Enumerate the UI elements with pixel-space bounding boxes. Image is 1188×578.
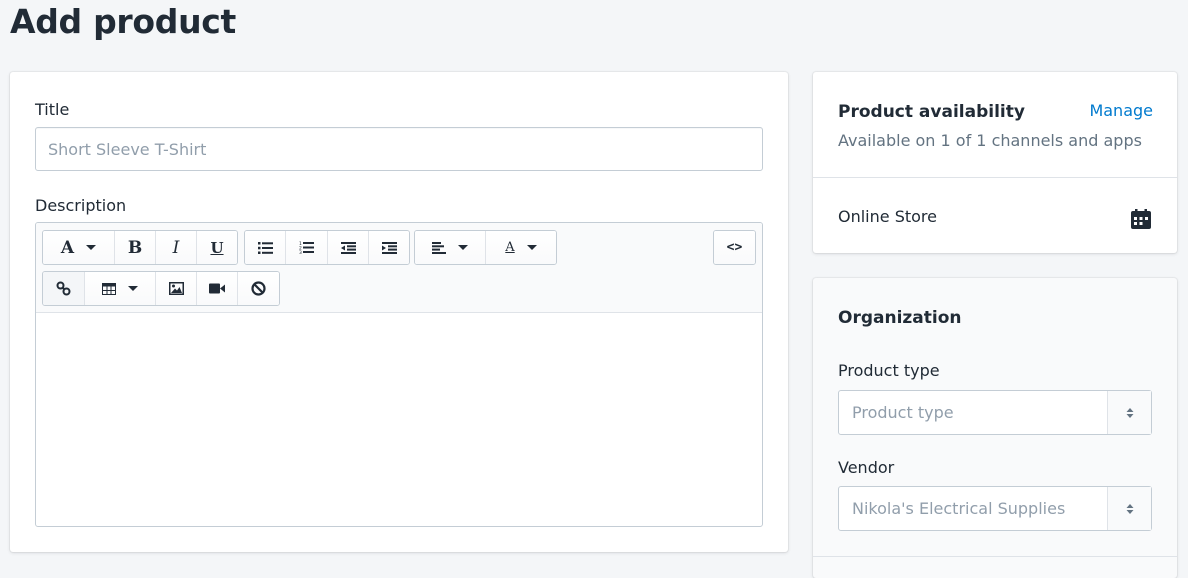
description-content-area[interactable] bbox=[36, 313, 762, 526]
image-icon bbox=[168, 282, 184, 295]
numbered-list-icon: 123 bbox=[299, 241, 314, 254]
insert-image-button[interactable] bbox=[156, 272, 197, 305]
list-group: 123 bbox=[244, 230, 410, 265]
text-style-group: A B I U bbox=[42, 230, 238, 265]
description-label: Description bbox=[35, 196, 127, 215]
clear-formatting-button[interactable] bbox=[238, 272, 279, 305]
chevron-down-icon bbox=[86, 245, 97, 250]
align-left-icon bbox=[432, 241, 446, 254]
product-details-card: Title Short Sleeve T-Shirt Description A… bbox=[10, 72, 788, 552]
editor-toolbar: A B I U 123 A <> bbox=[36, 223, 762, 313]
table-icon bbox=[102, 282, 116, 295]
text-color-button[interactable]: A bbox=[486, 231, 556, 264]
divider bbox=[813, 177, 1177, 178]
align-button[interactable] bbox=[415, 231, 486, 264]
product-type-dropdown-button[interactable] bbox=[1107, 391, 1151, 434]
title-placeholder: Short Sleeve T-Shirt bbox=[48, 139, 207, 159]
organization-card: Organization Product type Product type V… bbox=[813, 278, 1177, 578]
video-icon bbox=[209, 283, 225, 294]
alignment-color-group: A bbox=[414, 230, 557, 265]
chevron-down-icon bbox=[128, 286, 138, 291]
underline-button[interactable]: U bbox=[197, 231, 237, 264]
clear-formatting-icon bbox=[251, 281, 266, 296]
link-icon bbox=[56, 281, 71, 296]
channel-online-store: Online Store bbox=[838, 207, 937, 226]
title-label: Title bbox=[35, 100, 70, 119]
page-title: Add product bbox=[10, 2, 236, 41]
calendar-icon[interactable] bbox=[1131, 209, 1151, 229]
underline-icon: U bbox=[210, 238, 224, 257]
bold-icon: B bbox=[127, 237, 143, 258]
indent-icon bbox=[381, 241, 397, 254]
insert-group bbox=[42, 271, 280, 306]
insert-video-button[interactable] bbox=[197, 272, 238, 305]
italic-button[interactable]: I bbox=[156, 231, 197, 264]
html-code-icon: <> bbox=[726, 240, 743, 255]
html-code-button[interactable]: <> bbox=[714, 231, 755, 264]
link-button[interactable] bbox=[43, 272, 85, 305]
italic-icon: I bbox=[172, 237, 180, 258]
vendor-label: Vendor bbox=[838, 458, 895, 477]
divider bbox=[813, 556, 1177, 557]
bold-button[interactable]: B bbox=[115, 231, 156, 264]
code-group: <> bbox=[713, 230, 756, 265]
bulleted-list-icon bbox=[257, 241, 273, 254]
vendor-dropdown-button[interactable] bbox=[1107, 487, 1151, 530]
outdent-icon bbox=[340, 241, 356, 254]
vendor-placeholder: Nikola's Electrical Supplies bbox=[852, 499, 1066, 518]
numbered-list-button[interactable]: 123 bbox=[286, 231, 328, 264]
text-color-icon: A bbox=[505, 240, 515, 255]
availability-subtitle: Available on 1 of 1 channels and apps bbox=[838, 131, 1142, 150]
bulleted-list-button[interactable] bbox=[245, 231, 286, 264]
organization-title: Organization bbox=[838, 308, 962, 328]
product-type-select[interactable]: Product type bbox=[838, 390, 1152, 435]
vendor-select[interactable]: Nikola's Electrical Supplies bbox=[838, 486, 1152, 531]
product-type-label: Product type bbox=[838, 361, 940, 380]
product-type-placeholder: Product type bbox=[852, 403, 954, 422]
font-format-button[interactable]: A bbox=[43, 231, 115, 264]
table-button[interactable] bbox=[85, 272, 156, 305]
manage-link[interactable]: Manage bbox=[1089, 101, 1153, 120]
chevron-down-icon bbox=[458, 245, 468, 250]
svg-text:3: 3 bbox=[299, 250, 302, 254]
availability-title: Product availability bbox=[838, 102, 1025, 122]
description-editor: A B I U 123 A <> bbox=[35, 222, 763, 527]
font-format-icon: A bbox=[60, 237, 75, 258]
chevron-down-icon bbox=[526, 245, 537, 250]
indent-button[interactable] bbox=[369, 231, 409, 264]
title-input[interactable]: Short Sleeve T-Shirt bbox=[35, 127, 763, 171]
sort-arrows-icon bbox=[1126, 503, 1133, 514]
outdent-button[interactable] bbox=[328, 231, 369, 264]
sort-arrows-icon bbox=[1126, 407, 1133, 418]
product-availability-card: Product availability Manage Available on… bbox=[813, 72, 1177, 253]
